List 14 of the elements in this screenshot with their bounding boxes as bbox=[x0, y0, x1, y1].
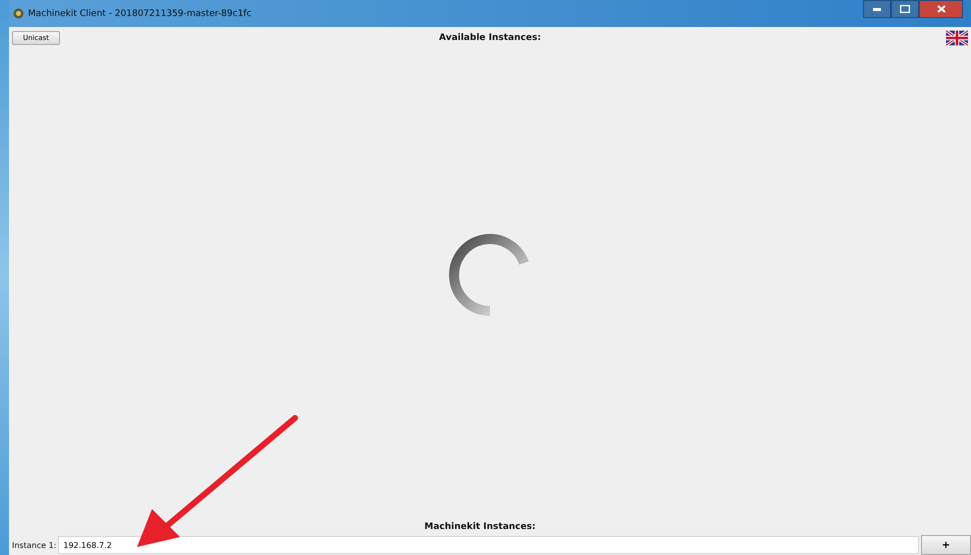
machinekit-instances-heading: Machinekit Instances: bbox=[424, 522, 536, 532]
window-title: Machinekit Client - 201807211359-master-89c1fc bbox=[28, 8, 252, 18]
instance-label: Instance 1: bbox=[12, 540, 56, 550]
add-instance-button[interactable]: + bbox=[921, 535, 971, 555]
close-icon bbox=[936, 5, 946, 13]
app-icon bbox=[13, 8, 24, 19]
flag-icon[interactable] bbox=[946, 30, 968, 46]
minimize-icon bbox=[873, 8, 881, 10]
minimize-button[interactable] bbox=[863, 0, 891, 18]
available-instances-heading: Available Instances: bbox=[439, 32, 541, 42]
instance-address-field[interactable]: 192.168.7.2 bbox=[58, 536, 919, 554]
maximize-button[interactable] bbox=[891, 0, 919, 18]
maximize-icon bbox=[900, 5, 910, 13]
close-button[interactable] bbox=[919, 0, 963, 18]
